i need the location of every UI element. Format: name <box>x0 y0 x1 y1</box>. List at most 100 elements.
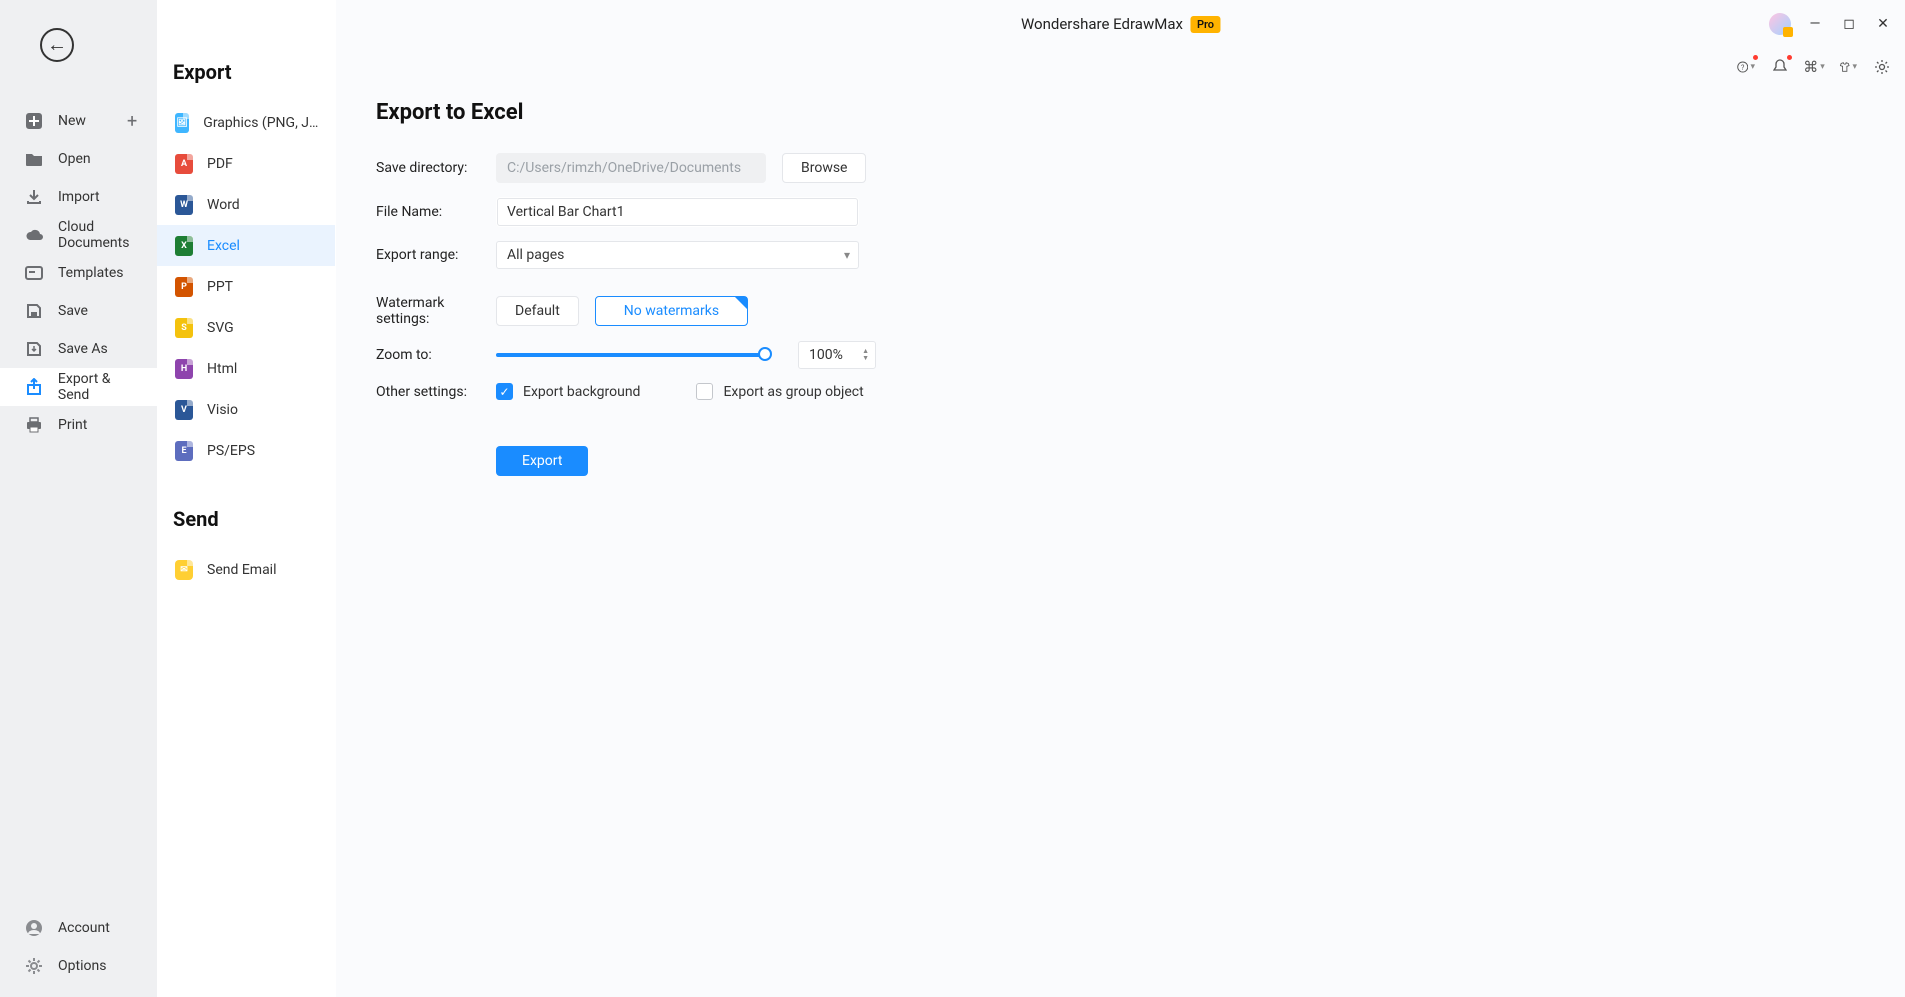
export-excel[interactable]: X Excel <box>157 225 335 266</box>
export-word[interactable]: W Word <box>157 184 335 225</box>
row-zoom: Zoom to: 100% ▲▼ <box>376 341 1865 369</box>
stepper-arrows-icon[interactable]: ▲▼ <box>862 348 869 362</box>
export-background-checkbox[interactable]: ✓ <box>496 383 513 400</box>
export-section-title: Export <box>157 60 335 102</box>
export-item-label: Excel <box>207 238 240 254</box>
export-background-field[interactable]: ✓ Export background <box>496 383 640 400</box>
tshirt-icon[interactable]: ▾ <box>1839 58 1857 76</box>
chevron-down-icon: ▾ <box>1750 62 1755 72</box>
watermark-default-button[interactable]: Default <box>496 296 579 326</box>
nav-account[interactable]: Account <box>0 909 157 947</box>
bell-icon[interactable] <box>1771 58 1789 76</box>
import-icon <box>24 187 44 207</box>
export-range-label: Export range: <box>376 247 496 263</box>
folder-icon <box>24 149 44 169</box>
back-button[interactable]: ← <box>40 28 74 62</box>
pseps-file-icon: E <box>175 441 193 461</box>
file-name-input[interactable] <box>496 197 859 227</box>
nav-cloud-documents[interactable]: Cloud Documents <box>0 216 157 254</box>
visio-file-icon: V <box>175 400 193 420</box>
export-group-object-field[interactable]: Export as group object <box>696 383 863 400</box>
export-pdf[interactable]: A PDF <box>157 143 335 184</box>
nav-print[interactable]: Print <box>0 406 157 444</box>
shortcuts-icon[interactable]: ⌘▾ <box>1805 58 1823 76</box>
export-button[interactable]: Export <box>496 446 588 476</box>
gear-icon <box>24 956 44 976</box>
row-other-settings: Other settings: ✓ Export background Expo… <box>376 383 1865 400</box>
nav-label: Templates <box>58 265 124 281</box>
graphics-file-icon: 🖼 <box>175 113 189 133</box>
zoom-value-stepper[interactable]: 100% ▲▼ <box>798 341 876 369</box>
export-graphics[interactable]: 🖼 Graphics (PNG, JPG et... <box>157 102 335 143</box>
export-ppt[interactable]: P PPT <box>157 266 335 307</box>
chevron-down-icon: ▾ <box>1820 62 1825 72</box>
svg-file-icon: S <box>175 318 193 338</box>
export-html[interactable]: H Html <box>157 348 335 389</box>
ppt-file-icon: P <box>175 277 193 297</box>
row-save-directory: Save directory: Browse <box>376 153 1865 183</box>
nav-label: Print <box>58 417 87 433</box>
watermark-none-button[interactable]: No watermarks <box>595 296 748 326</box>
print-icon <box>24 415 44 435</box>
new-plus-icon[interactable]: + <box>127 111 145 132</box>
nav-label: Save As <box>58 341 108 357</box>
export-item-label: PPT <box>207 279 233 295</box>
nav-label: Export & Send <box>58 371 145 403</box>
export-icon <box>24 377 44 397</box>
nav-label: Account <box>58 920 110 936</box>
export-svg[interactable]: S SVG <box>157 307 335 348</box>
nav-save-as[interactable]: Save As <box>0 330 157 368</box>
watermark-label: Watermark settings: <box>376 295 496 327</box>
export-range-select[interactable]: All pages <box>496 241 859 269</box>
svg-text:?: ? <box>1741 63 1745 72</box>
row-watermark: Watermark settings: Default No watermark… <box>376 295 1865 327</box>
new-icon <box>24 111 44 131</box>
nav-label: New <box>58 113 86 129</box>
send-section-title: Send <box>157 471 335 549</box>
nav-options[interactable]: Options <box>0 947 157 985</box>
pdf-file-icon: A <box>175 154 193 174</box>
nav-label: Import <box>58 189 100 205</box>
nav-new[interactable]: New + <box>0 102 157 140</box>
export-item-label: Word <box>207 197 240 213</box>
email-icon: ✉ <box>175 560 193 580</box>
nav-label: Open <box>58 151 91 167</box>
back-arrow-icon: ← <box>47 34 67 54</box>
pro-badge: Pro <box>1191 16 1220 33</box>
save-directory-label: Save directory: <box>376 160 496 176</box>
zoom-value: 100% <box>809 347 843 363</box>
nav-export-send[interactable]: Export & Send <box>0 368 157 406</box>
export-range-value: All pages <box>507 247 564 263</box>
secondary-toolbar: ? ▾ ⌘▾ ▾ <box>1737 58 1891 76</box>
close-button[interactable]: ✕ <box>1873 16 1893 32</box>
export-item-label: Html <box>207 361 237 377</box>
export-item-label: PDF <box>207 156 233 172</box>
export-item-label: Graphics (PNG, JPG et... <box>203 115 323 131</box>
nav-save[interactable]: Save <box>0 292 157 330</box>
zoom-slider[interactable] <box>496 353 766 357</box>
export-visio[interactable]: V Visio <box>157 389 335 430</box>
nav-import[interactable]: Import <box>0 178 157 216</box>
titlebar-right: — ◻ ✕ <box>1769 13 1905 35</box>
page-title: Export to Excel <box>376 100 1865 125</box>
export-background-label: Export background <box>523 384 640 400</box>
minimize-button[interactable]: — <box>1805 16 1825 32</box>
save-directory-input <box>496 153 766 183</box>
settings-icon[interactable] <box>1873 58 1891 76</box>
maximize-button[interactable]: ◻ <box>1839 16 1859 32</box>
sidebar-left: ← New + Open Import Cloud Documents Temp… <box>0 0 157 997</box>
export-item-label: SVG <box>207 320 234 336</box>
slider-thumb[interactable] <box>758 347 772 361</box>
export-group-object-checkbox[interactable] <box>696 383 713 400</box>
word-file-icon: W <box>175 195 193 215</box>
send-email[interactable]: ✉ Send Email <box>157 549 335 590</box>
nav-label: Options <box>58 958 106 974</box>
avatar[interactable] <box>1769 13 1791 35</box>
nav-templates[interactable]: Templates <box>0 254 157 292</box>
cloud-icon <box>24 225 44 245</box>
nav-open[interactable]: Open <box>0 140 157 178</box>
help-icon[interactable]: ? ▾ <box>1737 58 1755 76</box>
browse-button[interactable]: Browse <box>782 153 866 183</box>
export-pseps[interactable]: E PS/EPS <box>157 430 335 471</box>
zoom-label: Zoom to: <box>376 347 496 363</box>
